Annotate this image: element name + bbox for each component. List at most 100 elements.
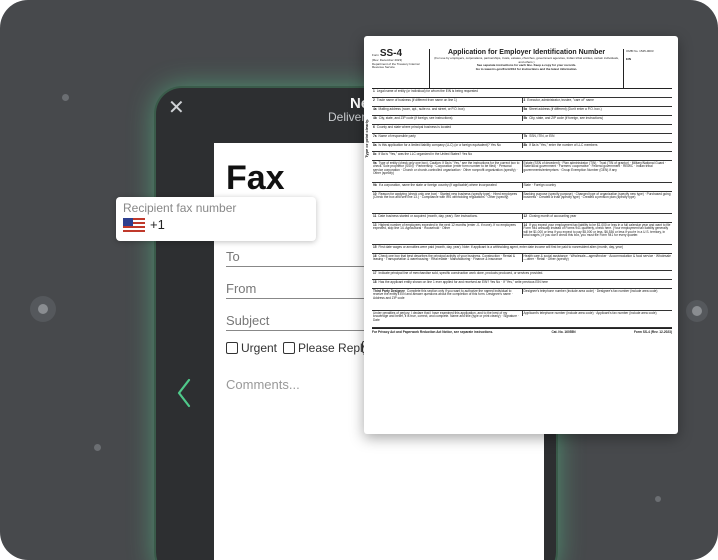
form-cell: Applicant's telephone number (include ar… <box>521 311 673 316</box>
document-body: Type or print clearly. 1 Legal name of en… <box>364 89 673 328</box>
close-icon[interactable]: ✕ <box>168 98 185 118</box>
form-cell: 9a Type of entity (check only one box). C… <box>372 161 522 176</box>
form-line-number: 3 <box>523 98 526 102</box>
form-line-number: 8b <box>523 143 528 147</box>
form-line-number: 12 <box>523 214 528 218</box>
form-line-number: 5a <box>523 107 528 111</box>
form-cell: 4b City, state, and ZIP code (if foreign,… <box>372 116 522 121</box>
form-line-text: Name of responsible party <box>378 134 416 138</box>
form-cell: 17 Indicate principal line of merchandise… <box>372 271 672 276</box>
omb-number: OMB No. 1545-0003 <box>626 49 654 53</box>
form-row: 1 Legal name of entity (or individual) fo… <box>372 89 672 98</box>
form-cell: State · Foreign country <box>521 183 673 188</box>
form-line-text: Legal name of entity (or individual) for… <box>376 89 478 93</box>
document-goto: Go to www.irs.gov/FormSS4 for instructio… <box>475 66 578 71</box>
form-line-text: Type of entity (check only one box). Cau… <box>373 161 520 176</box>
form-line-number: 7a <box>373 134 377 138</box>
form-line-number: 8a <box>373 143 377 147</box>
footer-form: Form SS-4 (Rev. 12-2023) <box>633 330 672 334</box>
form-cell: 5a Street address (if different) (Don't e… <box>521 107 673 112</box>
fax-heading: Fax <box>226 159 285 197</box>
form-cell: 10 Reason for applying (check only one bo… <box>372 192 522 200</box>
form-line-text: Is this application for a limited liabil… <box>378 143 501 147</box>
form-line-number: 18 <box>373 280 377 284</box>
form-line-text: If 8a is "Yes," was the LLC organized in… <box>378 152 473 156</box>
form-title-block: Application for Employer Identification … <box>430 49 624 88</box>
form-cell: 6 County and state where principal busine… <box>372 125 672 130</box>
form-cell: Under penalties of perjury, I declare th… <box>372 311 522 323</box>
form-cell: 7b SSN, ITIN, or EIN <box>521 134 673 139</box>
form-dept: Department of the Treasury Internal Reve… <box>372 61 420 70</box>
form-line-text: Executor, administrator, trustee, "care … <box>527 98 594 102</box>
form-line-number: 1 <box>373 89 375 93</box>
form-line-text: Mailing address (room, apt., suite no. a… <box>378 107 465 111</box>
form-line-text: Designee's telephone number (include are… <box>523 289 658 293</box>
document-header: Form SS-4 (Rev. December 2023) Departmen… <box>372 49 672 89</box>
form-row: 6 County and state where principal busine… <box>372 125 672 134</box>
recipient-number-row: +1 <box>123 217 309 232</box>
form-line-text: State · Foreign country <box>523 183 556 187</box>
form-row: 4b City, state, and ZIP code (if foreign,… <box>372 116 672 125</box>
checkbox-label: Urgent <box>241 341 278 355</box>
form-cell: 11 Date business started or acquired (mon… <box>372 214 522 219</box>
please-reply-checkbox[interactable]: Please Reply <box>283 341 369 355</box>
form-line-text: First date wages or annuities were paid … <box>378 245 623 249</box>
form-line-text: Estate (SSN of decedent) · Plan administ… <box>523 161 667 172</box>
form-cell: 4a Mailing address (room, apt., suite no.… <box>372 107 522 112</box>
form-row: Third Party Designee Complete this sectio… <box>372 289 672 311</box>
form-line-text: Health care & social assistance · Wholes… <box>523 254 671 262</box>
form-line-text: Reason for applying (check only one box)… <box>373 192 518 200</box>
form-line-text: City, state, and ZIP code (if foreign, s… <box>529 116 603 120</box>
form-row: 18 Has the applicant entity shown on line… <box>372 280 672 289</box>
footer-notice: For Privacy Act and Paperwork Reduction … <box>372 330 494 334</box>
form-line-text: City, state, and ZIP code (if foreign, s… <box>378 116 453 120</box>
decor-dot <box>62 94 69 101</box>
form-row: 8c If 8a is "Yes," was the LLC organized … <box>372 152 672 161</box>
recipient-fax-input[interactable]: Recipient fax number +1 <box>116 197 316 241</box>
form-line-text: Under penalties of perjury, I declare th… <box>373 311 519 322</box>
form-line-text: Applicant's telephone number (include ar… <box>523 311 657 315</box>
form-prefix: Form <box>372 53 379 57</box>
decor-dot <box>655 496 661 502</box>
form-line-number: 15 <box>373 245 377 249</box>
form-cell: Estate (SSN of decedent) · Plan administ… <box>521 161 673 173</box>
form-cell: 12 Closing month of accounting year <box>521 214 673 219</box>
form-cell: 13 Highest number of employees expected i… <box>372 223 522 231</box>
form-cell: 8c If 8a is "Yes," was the LLC organized … <box>372 152 672 157</box>
us-flag-icon[interactable] <box>123 217 145 232</box>
form-cell: 2 Trade name of business (if different fr… <box>372 98 522 103</box>
form-line-text: Street address (if different) (Don't ent… <box>529 107 602 111</box>
decor-dot <box>38 304 48 314</box>
decor-dot <box>692 306 702 316</box>
decor-dot <box>94 444 101 451</box>
ein-label: EIN <box>626 57 632 61</box>
chevron-left-icon[interactable] <box>176 378 192 408</box>
form-cell: 1 Legal name of entity (or individual) fo… <box>372 89 672 94</box>
form-row: 7a Name of responsible party 7b SSN, ITIN, … <box>372 134 672 143</box>
urgent-checkbox[interactable]: Urgent <box>226 341 277 355</box>
footer-cat: Cat. No. 16055N <box>551 330 576 334</box>
type-or-print-label: Type or print clearly. <box>364 119 369 158</box>
form-row: Under penalties of perjury, I declare th… <box>372 311 672 328</box>
form-cell: 3 Executor, administrator, trustee, "care… <box>521 98 673 103</box>
form-cell: 7a Name of responsible party <box>372 134 522 139</box>
document-footer: For Privacy Act and Paperwork Reduction … <box>372 328 672 334</box>
form-line-text: Has the applicant entity shown on line 1… <box>378 280 548 284</box>
background-stage: ✕ Ne Delivery Fax To From Subject Urgent… <box>0 0 718 560</box>
checkbox-box <box>283 342 295 354</box>
form-cell: 8b If 8a is "Yes," enter the number of LL… <box>521 143 673 148</box>
form-line-text: County and state where principal busines… <box>376 125 452 129</box>
form-cell: Banking purpose (specify purpose) · Chan… <box>521 192 673 201</box>
form-line-number: 8c <box>373 152 377 156</box>
form-line-text: Date business started or acquired (month… <box>378 214 478 218</box>
form-line-number: 11 <box>373 214 377 218</box>
form-line-text: If you expect your employment tax liabil… <box>523 223 671 238</box>
form-row: 11 Date business started or acquired (mon… <box>372 214 672 223</box>
comments-field[interactable]: Comments... <box>226 377 300 392</box>
form-row: 8a Is this application for a limited liab… <box>372 143 672 152</box>
form-cell: 15 First date wages or annuities were pai… <box>372 245 672 250</box>
form-row: 15 First date wages or annuities were pai… <box>372 245 672 254</box>
form-row: 4a Mailing address (room, apt., suite no.… <box>372 107 672 116</box>
form-line-text: Highest number of employees expected in … <box>373 223 516 231</box>
form-cell: Third Party Designee Complete this sectio… <box>372 289 522 301</box>
